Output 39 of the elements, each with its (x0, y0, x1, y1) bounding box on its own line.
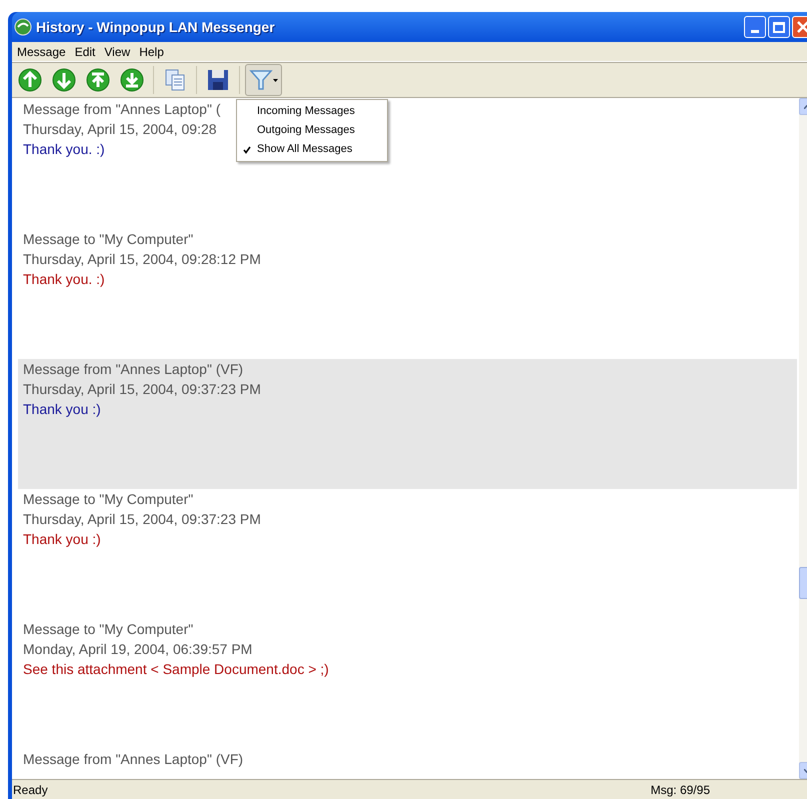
message-header: Message to "My Computer" (23, 230, 194, 249)
message-date: Thursday, April 15, 2004, 09:37:23 PM (23, 510, 261, 529)
status-text: Ready (12, 782, 48, 798)
message-count: Msg: 69/95 (650, 782, 710, 798)
message-text: Thank you. :) (23, 270, 105, 289)
menu-option[interactable]: Show All Messages (237, 140, 387, 159)
dropdown-caret-icon (273, 78, 278, 82)
copy-icon (163, 68, 187, 92)
message-header: Message from "Annes Laptop" (VF) (23, 360, 244, 379)
menu-item[interactable]: Help (136, 42, 167, 60)
menu-option[interactable]: Incoming Messages (237, 102, 387, 121)
message-text: Thank you. :) (23, 140, 105, 159)
window-title: History - Winpopup LAN Messenger (36, 18, 275, 37)
message-text: Thank you :) (23, 400, 101, 419)
menu-option[interactable]: Outgoing Messages (237, 121, 387, 140)
arrow-to-bottom-icon (120, 68, 144, 92)
app-icon (14, 18, 32, 36)
menu-item[interactable]: View (101, 42, 134, 60)
menu-item[interactable]: Edit (72, 42, 98, 60)
save-icon (206, 68, 230, 92)
message-header: Message from "Annes Laptop" ( (23, 100, 220, 119)
funnel-icon (249, 68, 273, 92)
message-text: See this attachment < Sample Document.doc > ;) (23, 660, 329, 679)
message-date: Thursday, April 15, 2004, 09:37:23 PM (23, 380, 261, 399)
arrow-up-icon (18, 68, 42, 92)
message-date: Thursday, April 15, 2004, 09:28 (23, 120, 217, 139)
arrow-to-top-icon (86, 68, 110, 92)
filter-button[interactable] (245, 64, 282, 96)
message-header: Message to "My Computer" (23, 620, 194, 639)
message-header: Message to "My Computer" (23, 490, 194, 509)
message-date: Monday, April 19, 2004, 06:39:57 PM (23, 640, 252, 659)
minimize-button[interactable] (744, 16, 766, 38)
arrow-down-icon (52, 68, 76, 92)
message-header: Message from "Annes Laptop" (VF) (23, 750, 244, 769)
message-text: Thank you :) (23, 530, 101, 549)
message-date: Thursday, April 15, 2004, 09:28:12 PM (23, 250, 261, 269)
menu-item[interactable]: Message (14, 42, 69, 60)
maximize-button[interactable] (768, 16, 790, 38)
selected-message-background[interactable]: Message from "Annes Laptop" (VF) Thursday, April 15, 2004, 09:37:23 PM Thank you :) (18, 359, 797, 489)
